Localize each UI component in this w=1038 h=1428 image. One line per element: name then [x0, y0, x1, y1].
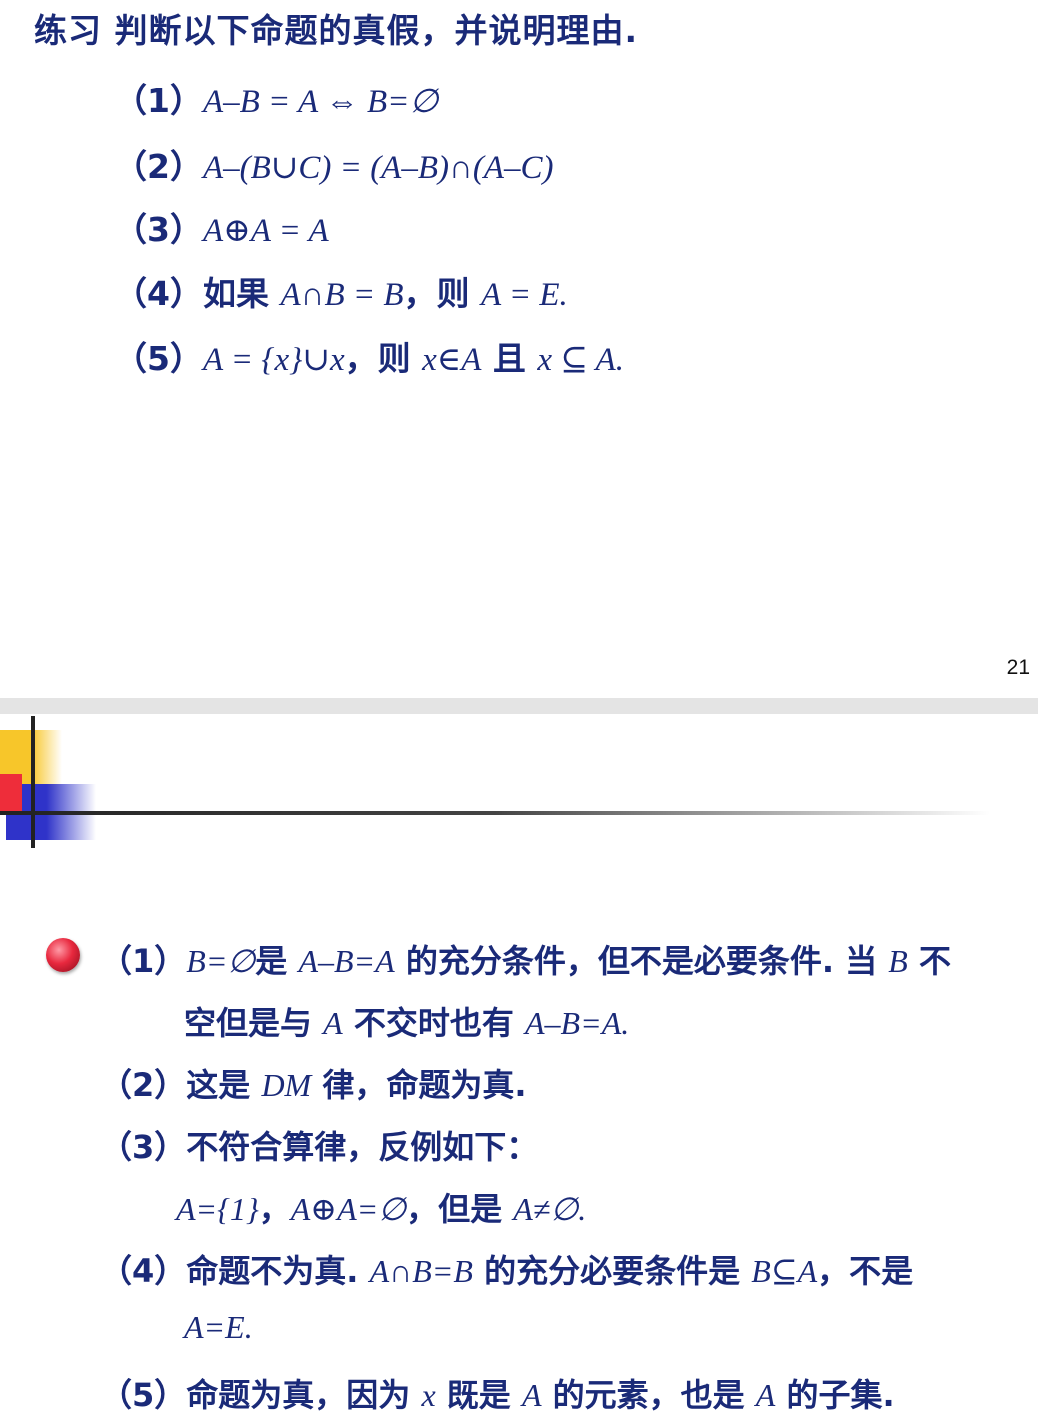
- text-segment: ，不是: [817, 1252, 914, 1290]
- math-expression: x: [421, 1377, 436, 1413]
- text-segment: 的充分条件，但不是必要条件. 当: [394, 942, 889, 980]
- decoration-vertical-line: [31, 716, 35, 848]
- item-number: （3）: [114, 210, 203, 249]
- math-expression: A: [521, 1377, 542, 1413]
- math-expression: A: [323, 1005, 343, 1041]
- item-number: （5）: [100, 1376, 187, 1414]
- math-expression: A={1}: [176, 1191, 259, 1227]
- math-expression: A∩B=B: [369, 1253, 473, 1289]
- text-segment: 不交时也有: [342, 1004, 525, 1042]
- text-segment: ，但是: [406, 1190, 514, 1228]
- text-segment: 命题为真，因为: [186, 1376, 422, 1414]
- text-segment: 律，命题为真.: [311, 1066, 527, 1104]
- math-expression: x ⊆ A.: [537, 342, 624, 378]
- answer-3-counterexample: A={1}，A⊕A=∅，但是 A≠∅.: [176, 1184, 586, 1230]
- math-expression: A–B=A.: [525, 1005, 630, 1041]
- item-number: （1）: [114, 81, 203, 120]
- text-segment: 不符合算律，反例如下：: [186, 1128, 539, 1166]
- text-segment: ，则: [403, 274, 482, 313]
- text-segment: 且: [481, 339, 538, 378]
- math-expression: A–B=A: [298, 943, 395, 979]
- math-expression: A∩B = B: [280, 277, 404, 313]
- text-segment: 空但是与: [184, 1004, 324, 1042]
- math-expression: x∈A: [422, 342, 482, 378]
- answer-1-line-1: （1）B=∅是 A–B=A 的充分条件，但不是必要条件. 当 B 不: [100, 936, 951, 982]
- math-expression: A≠∅.: [513, 1191, 587, 1227]
- math-expression: A–(B∪C) = (A–B)∩(A–C): [202, 150, 554, 186]
- text-segment: 既是: [435, 1376, 522, 1414]
- red-ball-bullet-icon: [46, 938, 80, 972]
- answer-3: （3）不符合算律，反例如下：: [100, 1122, 538, 1168]
- decoration-red-block: [0, 774, 22, 812]
- answer-5: （5）命题为真，因为 x 既是 A 的元素，也是 A 的子集.: [100, 1370, 895, 1416]
- item-number: （2）: [100, 1066, 187, 1104]
- item-number: （4）: [114, 274, 203, 313]
- math-expression: DM: [261, 1067, 312, 1103]
- math-expression: A⊕A = A: [202, 213, 329, 249]
- decoration-horizontal-line: [0, 811, 990, 815]
- math-expression: B⊆A: [751, 1253, 818, 1289]
- slide-exercise: 练习 判断以下命题的真假，并说明理由. （1）A–B = A ⇔ B=∅ （2）…: [0, 0, 1038, 698]
- math-expression: A–B = A ⇔ B=∅: [202, 84, 439, 120]
- item-number: （1）: [100, 942, 187, 980]
- item-number: （3）: [100, 1128, 187, 1166]
- math-expression: A: [755, 1377, 776, 1413]
- item-number: （4）: [100, 1252, 187, 1290]
- text-segment: 如果: [202, 274, 281, 313]
- math-expression: A⊕A=∅: [290, 1191, 407, 1227]
- proposition-2: （2）A–(B∪C) = (A–B)∩(A–C): [114, 140, 553, 188]
- exercise-title: 练习 判断以下命题的真假，并说明理由.: [34, 11, 639, 50]
- text-segment: 命题不为真.: [186, 1252, 370, 1290]
- text-segment: 的元素，也是: [541, 1376, 756, 1414]
- text-segment: 的子集.: [775, 1376, 895, 1414]
- math-expression: A = E.: [481, 277, 568, 313]
- item-number: （5）: [114, 339, 203, 378]
- text-segment: 的充分必要条件是: [472, 1252, 752, 1290]
- text-segment: ，: [258, 1190, 291, 1228]
- math-expression: A = {x}∪x: [202, 342, 345, 378]
- text-segment: 是: [255, 942, 299, 980]
- text-segment: 这是: [186, 1066, 262, 1104]
- proposition-4: （4）如果 A∩B = B，则 A = E.: [114, 267, 568, 315]
- math-expression: B: [888, 943, 908, 979]
- math-expression: B=∅: [186, 943, 256, 979]
- answer-4-line-1: （4）命题不为真. A∩B=B 的充分必要条件是 B⊆A，不是: [100, 1246, 913, 1292]
- proposition-3: （3）A⊕A = A: [114, 203, 329, 251]
- proposition-1: （1）A–B = A ⇔ B=∅: [114, 74, 438, 122]
- math-expression: A=E.: [184, 1309, 253, 1345]
- text-segment: ，则: [344, 339, 423, 378]
- item-number: （2）: [114, 147, 203, 186]
- proposition-5: （5）A = {x}∪x，则 x∈A 且 x ⊆ A.: [114, 332, 624, 380]
- slide-answers: （1）B=∅是 A–B=A 的充分条件，但不是必要条件. 当 B 不 空但是与 …: [0, 714, 1038, 1428]
- answer-1-line-2: 空但是与 A 不交时也有 A–B=A.: [184, 998, 629, 1044]
- text-segment: 不: [907, 942, 951, 980]
- answer-4-line-2: A=E.: [184, 1308, 253, 1346]
- answer-2: （2）这是 DM 律，命题为真.: [100, 1060, 527, 1106]
- slide-separator: [0, 698, 1038, 714]
- page-number: 21: [1006, 656, 1030, 679]
